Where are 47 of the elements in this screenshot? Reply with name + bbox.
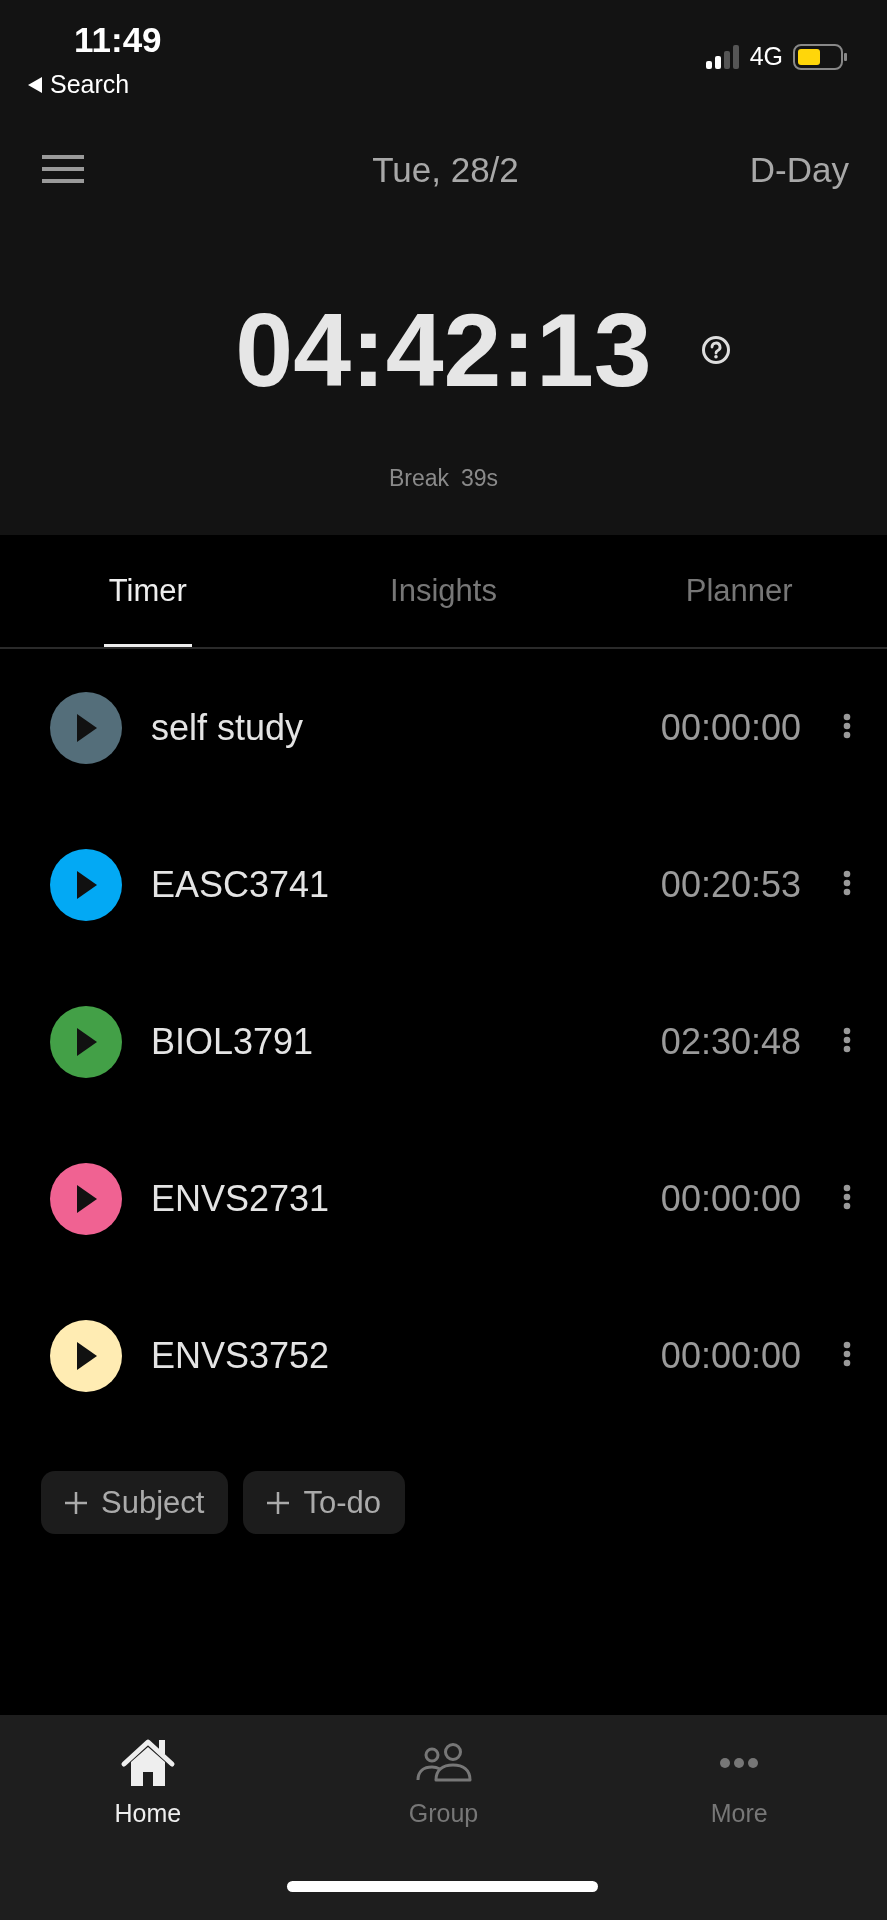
vertical-dots-icon	[843, 1027, 851, 1053]
vertical-dots-icon	[843, 713, 851, 739]
subject-name: ENVS3752	[151, 1334, 331, 1377]
add-button[interactable]: To-do	[243, 1471, 405, 1534]
back-link[interactable]: Search	[28, 70, 130, 99]
people-icon	[415, 1743, 472, 1783]
vertical-dots-icon	[843, 1341, 851, 1367]
nav-tab[interactable]: More	[591, 1735, 887, 1828]
tab[interactable]: Planner	[591, 535, 887, 647]
tab[interactable]: Timer	[0, 535, 296, 647]
network-label: 4G	[749, 42, 783, 71]
subject-name: self study	[151, 706, 305, 749]
vertical-dots-icon	[843, 1184, 851, 1210]
signal-icon	[705, 44, 740, 69]
subject-time: 00:00:00	[660, 706, 801, 749]
subject-time: 00:00:00	[660, 1177, 801, 1220]
subject-name: EASC3741	[151, 863, 331, 906]
play-icon	[75, 1027, 97, 1056]
play-icon	[75, 1341, 97, 1370]
elapsed-timer: 04:42:13	[235, 290, 652, 410]
date-label: Tue, 28/2	[372, 150, 519, 190]
d-day-button[interactable]: D-Day	[749, 150, 849, 190]
subject-time: 02:30:48	[660, 1020, 801, 1063]
clock-time: 11:49	[74, 20, 162, 60]
subject-time: 00:20:53	[660, 863, 801, 906]
menu-icon	[42, 154, 84, 183]
nav-tab[interactable]: Home	[0, 1735, 296, 1828]
plus-icon	[267, 1491, 290, 1514]
subject-name: BIOL3791	[151, 1020, 315, 1063]
break-duration: 39s	[461, 465, 499, 492]
more-dots-icon	[719, 1757, 760, 1769]
add-button[interactable]: Subject	[41, 1471, 229, 1534]
back-triangle-icon	[28, 76, 42, 93]
menu-button[interactable]	[42, 154, 84, 186]
play-icon	[75, 713, 97, 742]
break-label: Break	[388, 465, 449, 492]
subject-name: ENVS2731	[151, 1177, 331, 1220]
subject-time: 00:00:00	[660, 1334, 801, 1377]
nav-tab[interactable]: Group	[295, 1735, 592, 1828]
plus-icon	[65, 1491, 87, 1514]
battery-icon	[793, 43, 847, 70]
tab[interactable]: Insights	[295, 535, 592, 647]
play-icon	[75, 870, 97, 899]
play-icon	[75, 1184, 97, 1213]
home-icon	[119, 1738, 176, 1788]
vertical-dots-icon	[843, 870, 851, 896]
help-icon[interactable]	[701, 335, 731, 365]
